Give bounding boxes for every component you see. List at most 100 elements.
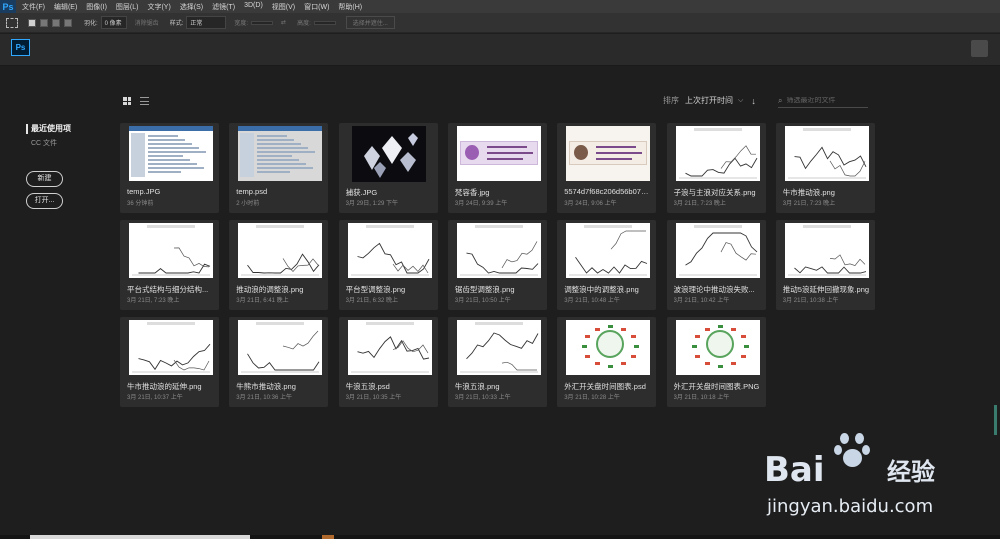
antialias-checkbox[interactable]: 消除锯齿 — [135, 18, 159, 27]
menu-item[interactable]: 图像(I) — [86, 2, 107, 12]
file-thumbnail — [351, 126, 426, 182]
home-sidebar: 最近使用项 CC 文件 新建 打开... — [26, 124, 106, 209]
menu-item[interactable]: 滤镜(T) — [212, 2, 235, 12]
file-time: 3月 21日, 10:36 上午 — [236, 395, 292, 401]
file-time: 3月 24日, 9:39 上午 — [454, 201, 508, 207]
recent-file-card[interactable]: 推动5浪延伸回撤现象.png 3月 21日, 10:38 上午 — [775, 220, 875, 310]
menu-item[interactable]: 3D(D) — [244, 2, 263, 12]
list-view-icon[interactable] — [140, 97, 149, 105]
filter-input[interactable] — [786, 97, 859, 104]
recent-file-card[interactable]: 牛浪五浪.psd 3月 21日, 10:35 上午 — [338, 317, 438, 407]
file-name: 子浪与主浪对应关系.png — [673, 188, 756, 197]
file-time: 3月 21日, 7:23 晚上 — [673, 201, 726, 207]
recent-file-card[interactable]: 子浪与主浪对应关系.png 3月 21日, 7:23 晚上 — [666, 123, 766, 213]
taskbar-strip — [0, 535, 1000, 539]
height-input[interactable] — [313, 20, 336, 25]
file-name: 外汇开关盘时间图表.psd — [564, 382, 646, 391]
marquee-tool-icon[interactable] — [6, 17, 18, 28]
select-and-mask-button[interactable]: 选择并遮住... — [345, 16, 395, 29]
recent-file-card[interactable]: 平台型调整浪.png 3月 21日, 6:32 晚上 — [338, 220, 438, 310]
home-header: Ps — [0, 34, 1000, 66]
file-thumbnail — [238, 223, 323, 278]
file-time: 3月 21日, 10:35 上午 — [345, 395, 402, 401]
file-thumbnail — [129, 320, 213, 375]
file-time: 36 分钟前 — [127, 201, 154, 207]
file-thumbnail — [566, 320, 651, 375]
baidu-watermark: Bai 经验 jingyan.baidu.com — [752, 430, 992, 525]
menu-item[interactable]: 窗口(W) — [304, 2, 329, 12]
feather-label: 羽化: — [84, 21, 98, 27]
file-time: 3月 21日, 10:37 上午 — [127, 395, 183, 401]
menu-item[interactable]: 文件(F) — [22, 2, 45, 12]
feather-input[interactable]: 0 像素 — [100, 16, 127, 29]
file-name: 牛浪五浪.psd — [345, 382, 390, 391]
add-selection-icon[interactable] — [40, 18, 48, 27]
file-time: 3月 21日, 10:33 上午 — [454, 395, 511, 401]
recent-file-card[interactable]: 外汇开关盘时间图表.psd 3月 21日, 10:28 上午 — [557, 317, 657, 407]
style-label: 样式: — [169, 21, 184, 27]
file-thumbnail — [784, 223, 869, 278]
file-thumbnail — [456, 320, 541, 375]
watermark-brand: Bai — [764, 450, 825, 490]
recent-file-card[interactable]: 锯齿型调整浪.png 3月 21日, 10:50 上午 — [447, 220, 547, 310]
file-name: 牛市推动浪.png — [782, 188, 835, 197]
file-thumbnail — [129, 223, 213, 278]
file-name: 调整浪中的调整浪.png — [564, 285, 639, 294]
file-name: temp.psd — [236, 187, 268, 196]
file-name: 梵容香.jpg — [454, 188, 490, 197]
swap-icon[interactable]: ⇄ — [281, 19, 286, 26]
file-name: 平台型调整浪.png — [345, 285, 406, 294]
sort-select[interactable]: 上次打开时间 — [685, 95, 733, 106]
file-thumbnail — [566, 223, 651, 278]
file-name: temp.JPG — [127, 187, 161, 196]
recent-file-card[interactable]: 牛市推动浪的延伸.png 3月 21日, 10:37 上午 — [120, 317, 219, 407]
grid-view-icon[interactable] — [123, 97, 131, 105]
nav-recent[interactable]: 最近使用项 — [26, 124, 106, 134]
open-button[interactable]: 打开... — [26, 193, 63, 209]
nav-cc-files[interactable]: CC 文件 — [26, 138, 106, 148]
recent-file-card[interactable]: temp.psd 2 小时前 — [229, 123, 329, 213]
scrollbar[interactable] — [994, 405, 997, 435]
recent-file-card[interactable]: temp.JPG 36 分钟前 — [120, 123, 219, 213]
recent-file-card[interactable]: 波浪理论中推动浪失败... 3月 21日, 10:42 上午 — [666, 220, 766, 310]
style-select[interactable]: 正常 — [186, 16, 227, 29]
recent-file-card[interactable]: 调整浪中的调整浪.png 3月 21日, 10:48 上午 — [557, 220, 657, 310]
file-name: 锯齿型调整浪.png — [454, 285, 515, 294]
search-panel-button[interactable] — [971, 40, 988, 57]
file-name: 平台式结构与细分结构... — [127, 285, 209, 294]
menu-item[interactable]: 图层(L) — [116, 2, 139, 12]
menu-item[interactable]: 帮助(H) — [338, 2, 362, 12]
recent-file-card[interactable]: 牛熊市推动浪.png 3月 21日, 10:36 上午 — [229, 317, 329, 407]
filter-search: ⌕ — [778, 94, 868, 108]
recent-file-card[interactable]: 捕获.JPG 3月 29日, 1:29 下午 — [338, 123, 438, 213]
recent-file-card[interactable]: 平台式结构与细分结构... 3月 21日, 7:23 晚上 — [120, 220, 219, 310]
recent-file-card[interactable]: 梵容香.jpg 3月 24日, 9:39 上午 — [447, 123, 547, 213]
subtract-selection-icon[interactable] — [52, 18, 60, 27]
photoshop-logo-icon: Ps — [0, 0, 16, 13]
menu-item[interactable]: 视图(V) — [272, 2, 295, 12]
new-button[interactable]: 新建 — [26, 171, 63, 187]
file-name: 牛熊市推动浪.png — [236, 382, 296, 391]
chevron-down-icon[interactable]: ⌵ — [738, 97, 743, 105]
file-name: 牛浪五浪.png — [454, 382, 500, 391]
sort-direction-icon[interactable]: ↓ — [751, 96, 756, 106]
file-thumbnail — [456, 126, 541, 181]
recent-file-card[interactable]: 5574d7f68c206d56b07ec5... 3月 24日, 9:06 上午 — [557, 123, 657, 213]
menu-item[interactable]: 选择(S) — [180, 2, 203, 12]
file-thumbnail — [347, 320, 432, 375]
width-input[interactable] — [251, 20, 274, 25]
file-time: 2 小时前 — [236, 201, 260, 207]
recent-file-card[interactable]: 外汇开关盘时间图表.PNG 3月 21日, 10:18 上午 — [666, 317, 766, 407]
recent-file-card[interactable]: 牛浪五浪.png 3月 21日, 10:33 上午 — [447, 317, 547, 407]
ps-app-badge-icon: Ps — [11, 39, 30, 56]
menu-item[interactable]: 文字(Y) — [147, 2, 170, 12]
recent-file-card[interactable]: 牛市推动浪.png 3月 21日, 7:23 晚上 — [775, 123, 875, 213]
file-time: 3月 21日, 6:32 晚上 — [345, 298, 398, 304]
file-name: 推动5浪延伸回撤现象.png — [782, 285, 870, 294]
recent-file-card[interactable]: 推动浪的调整浪.png 3月 21日, 6:41 晚上 — [229, 220, 329, 310]
file-thumbnail — [238, 126, 323, 181]
file-thumbnail — [347, 223, 432, 278]
intersect-selection-icon[interactable] — [64, 18, 72, 27]
menu-item[interactable]: 编辑(E) — [54, 2, 77, 12]
new-selection-icon[interactable] — [28, 18, 36, 27]
